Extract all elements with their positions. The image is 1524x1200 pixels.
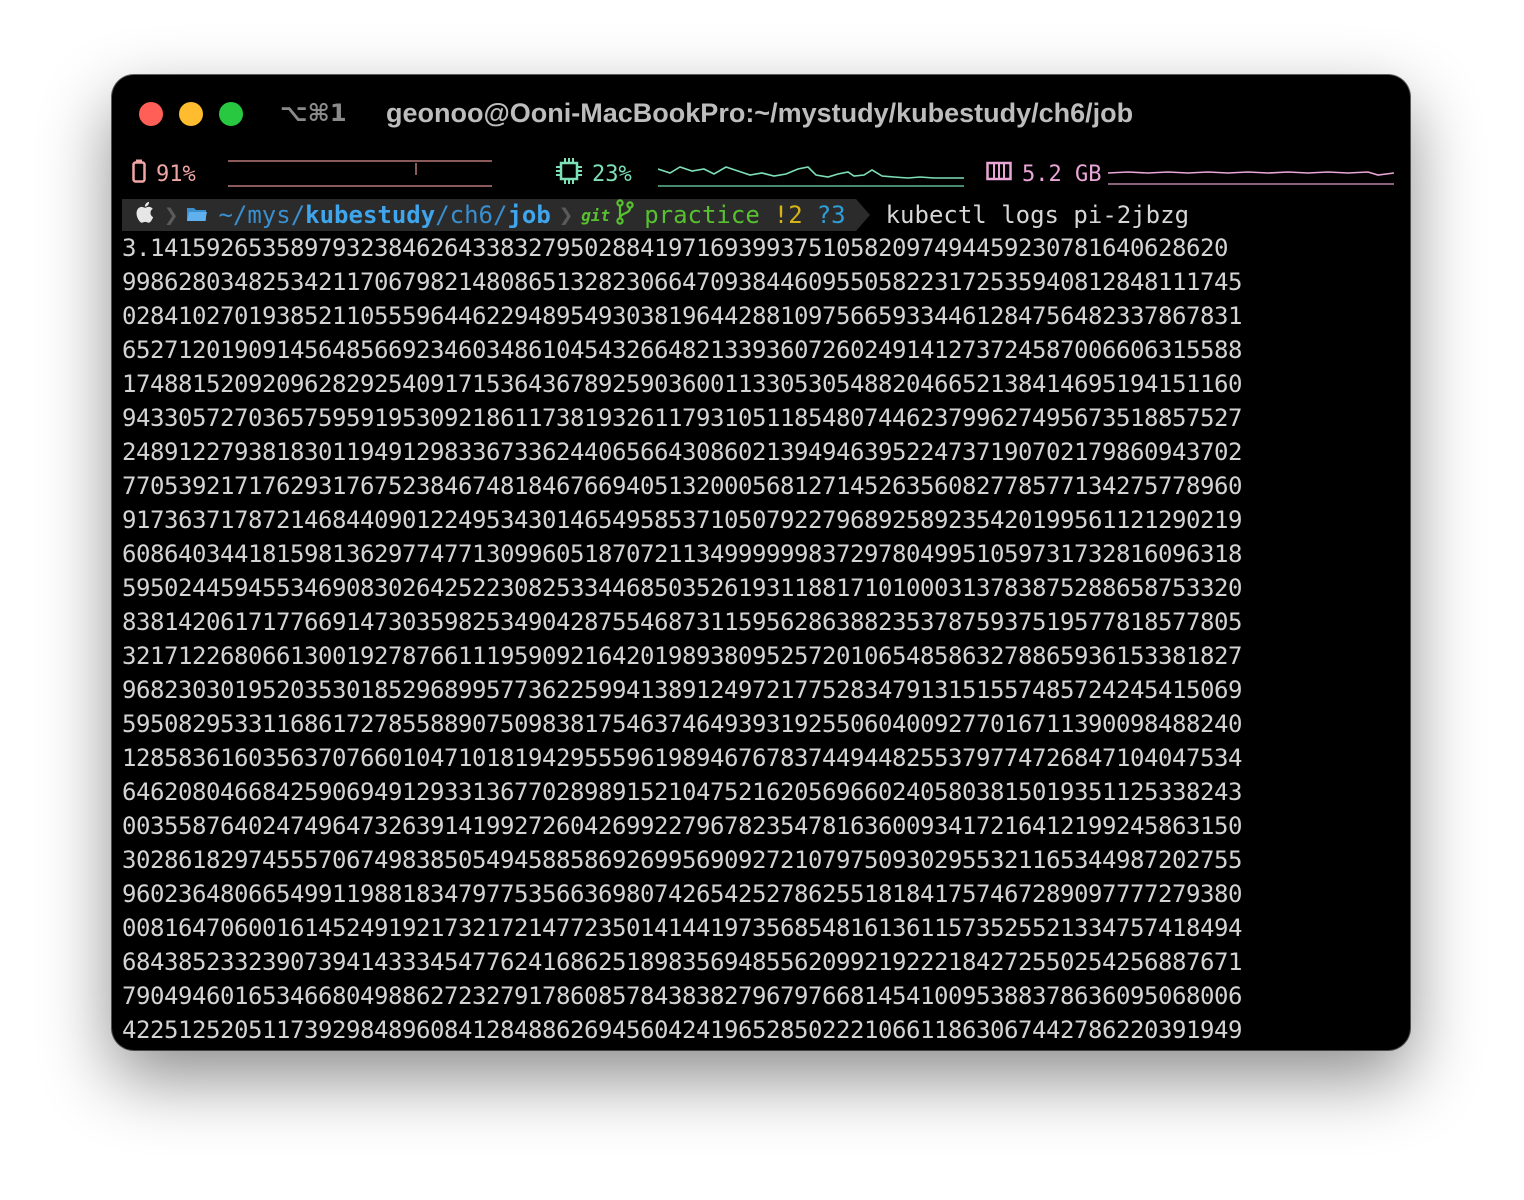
memory-value: 5.2 GB <box>1022 161 1102 187</box>
path-segment-current: job <box>507 201 551 229</box>
git-label: git <box>581 205 611 225</box>
output-line: 9986280348253421170679821480865132823066… <box>122 268 1242 296</box>
cpu-value: 23% <box>592 161 632 187</box>
output-line: 9433057270365759591953092186117381932611… <box>122 404 1242 432</box>
path-segment-kubestudy: kubestudy <box>305 201 436 229</box>
apple-icon <box>136 200 156 230</box>
battery-stat: 91% <box>132 155 196 193</box>
cpu-stat: 23% <box>556 155 632 193</box>
battery-icon <box>132 159 146 189</box>
close-button[interactable] <box>139 102 163 126</box>
status-bar: 91% 23% 5.2 GB <box>112 155 1410 193</box>
shell-prompt: ❯ ~/mys/kubestudy / ch6/job ❯ git practi… <box>122 199 1189 231</box>
path-segment-ch6: ch6 <box>449 201 494 229</box>
output-line: 7705392171762931767523846748184676694051… <box>122 472 1242 500</box>
output-line: 9602364806654991198818347977535663698074… <box>122 880 1242 908</box>
path-slash: / <box>435 201 450 229</box>
output-line: 8381420617177669147303598253490428755468… <box>122 608 1242 636</box>
output-line: 5950244594553469083026425223082533446850… <box>122 574 1242 602</box>
memory-icon <box>986 160 1012 188</box>
git-untracked-count: ?3 <box>816 201 846 229</box>
battery-sparkline <box>228 160 492 187</box>
prompt-end-arrow <box>855 199 870 231</box>
memory-stat: 5.2 GB <box>986 155 1101 193</box>
output-line: 3.14159265358979323846264338327950288419… <box>122 234 1228 262</box>
output-line: 2489122793818301194912983367336244065664… <box>122 438 1242 466</box>
output-line: 3217122680661300192787661119590921642019… <box>122 642 1242 670</box>
output-line: 0081647060016145249192173217214772350141… <box>122 914 1242 942</box>
output-line: 6462080466842590694912933136770289891521… <box>122 778 1242 806</box>
cpu-sparkline <box>658 166 964 187</box>
path-prefix: ~/mys/ <box>218 201 306 229</box>
output-line: 7904946016534668049886272327917860857843… <box>122 982 1242 1010</box>
git-modified-count: !2 <box>773 201 803 229</box>
output-line: 1748815209209628292540917153643678925903… <box>122 370 1242 398</box>
window-shortcut: ⌥⌘1 <box>280 99 347 127</box>
output-line: 1285836160356370766010471018194295559619… <box>122 744 1242 772</box>
output-line: 5950829533116861727855889075098381754637… <box>122 710 1242 738</box>
git-branch-icon <box>616 199 634 231</box>
battery-value: 91% <box>156 161 196 187</box>
output-line: 3028618297455570674983850549458858692699… <box>122 846 1242 874</box>
zoom-button[interactable] <box>219 102 243 126</box>
path-slash: / <box>493 201 508 229</box>
output-line: 6843852332390739414333454776241686251898… <box>122 948 1242 976</box>
output-line: 4225125205117392984896084128488626945604… <box>122 1016 1242 1044</box>
title-bar: ⌥⌘1 geonoo@Ooni-MacBookPro:~/mystudy/kub… <box>112 75 1410 151</box>
minimize-button[interactable] <box>179 102 203 126</box>
segment-separator: ❯ <box>558 201 574 229</box>
output-line: 9682303019520353018529689957736225994138… <box>122 676 1242 704</box>
output-line: 0035587640247496473263914199272604269922… <box>122 812 1242 840</box>
output-line: 0284102701938521105559644622948954930381… <box>122 302 1242 330</box>
window-title: geonoo@Ooni-MacBookPro:~/mystudy/kubestu… <box>386 98 1134 128</box>
output-line: 6086403441815981362977477130996051870721… <box>122 540 1242 568</box>
cpu-chip-icon <box>556 158 582 190</box>
prompt-segments: ❯ ~/mys/kubestudy / ch6/job ❯ git practi… <box>122 199 856 231</box>
output-line: 6527120190914564856692346034861045432664… <box>122 336 1242 364</box>
segment-separator: ❯ <box>164 201 179 229</box>
terminal-window: ⌥⌘1 geonoo@Ooni-MacBookPro:~/mystudy/kub… <box>112 75 1410 1050</box>
memory-sparkline <box>1108 171 1394 185</box>
command-text[interactable]: kubectl logs pi-2jbzg <box>886 201 1189 229</box>
output-line: 9173637178721468440901224953430146549585… <box>122 506 1242 534</box>
git-branch-name: practice <box>644 201 760 229</box>
folder-icon <box>186 201 208 229</box>
command-output: 3.14159265358979323846264338327950288419… <box>122 231 1404 1047</box>
